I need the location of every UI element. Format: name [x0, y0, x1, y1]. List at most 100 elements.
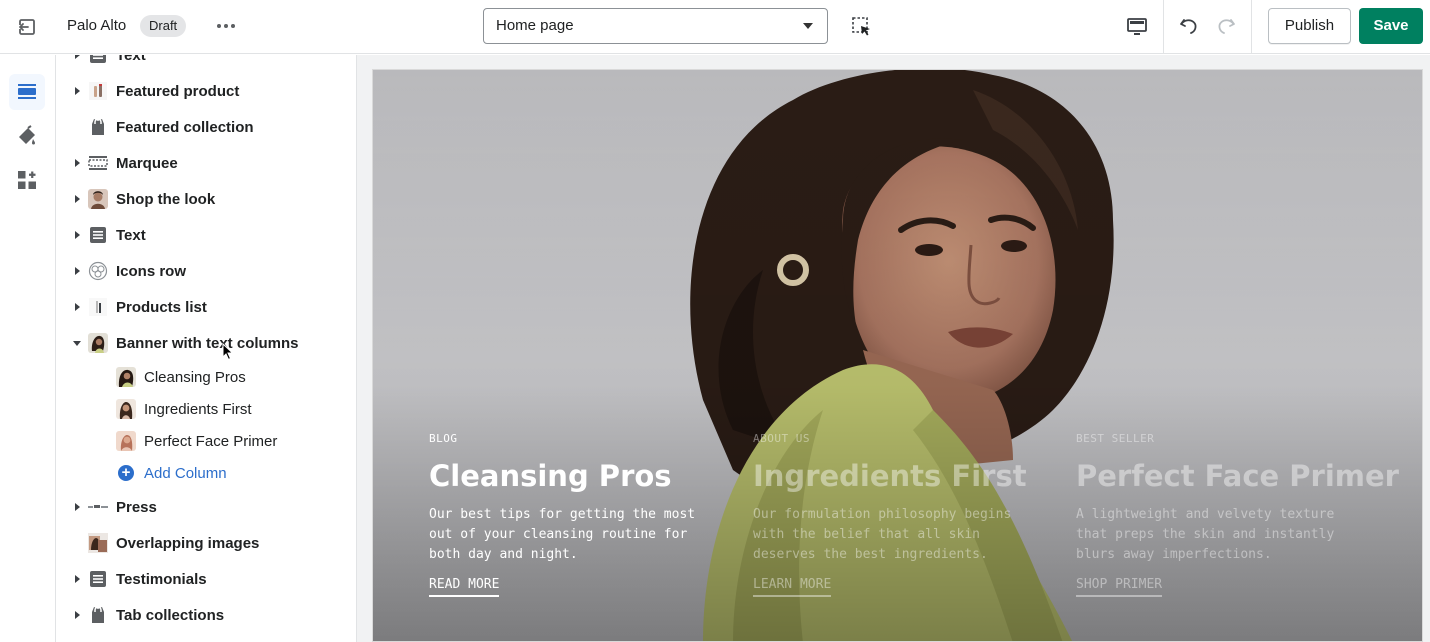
rail-sections[interactable]	[9, 74, 45, 110]
exit-button[interactable]	[10, 10, 44, 44]
block-item-perfect-face-primer[interactable]: Perfect Face Primer	[56, 425, 356, 457]
inspect-icon	[852, 17, 870, 36]
marquee-icon	[88, 153, 108, 173]
text-column-ingredients-first: ABOUT US Ingredients First Our formulati…	[753, 432, 1043, 597]
press-thumbnail	[88, 497, 108, 517]
redo-button[interactable]	[1212, 12, 1240, 40]
sections-icon	[18, 84, 36, 99]
page-selector-value: Home page	[496, 17, 574, 34]
top-bar: Palo Alto Draft Home page Publish Save	[0, 0, 1430, 54]
block-thumbnail	[116, 399, 136, 419]
section-item-banner-with-text-columns[interactable]: Banner with text columns	[56, 325, 356, 361]
section-label: Tab collections	[116, 607, 225, 624]
plus-circle-icon: +	[118, 465, 134, 481]
chevron-right-icon[interactable]	[75, 159, 80, 167]
read-more-link[interactable]: READ MORE	[429, 577, 500, 597]
section-item-icons-row[interactable]: Icons row	[56, 253, 356, 289]
text-section-icon	[88, 569, 108, 589]
section-item-text[interactable]: Text	[56, 217, 356, 253]
chevron-right-icon[interactable]	[75, 195, 80, 203]
section-label: Press	[116, 499, 157, 516]
more-icon	[217, 24, 235, 28]
divider	[1251, 0, 1252, 54]
chevron-right-icon[interactable]	[75, 503, 80, 511]
chevron-down-icon[interactable]	[73, 341, 81, 346]
chevron-right-icon[interactable]	[75, 303, 80, 311]
text-section-icon	[88, 225, 108, 245]
text-section-icon	[88, 55, 108, 65]
chevron-right-icon[interactable]	[75, 55, 80, 59]
exit-icon	[18, 19, 35, 35]
add-column-button[interactable]: + Add Column	[56, 457, 356, 489]
chevron-right-icon[interactable]	[75, 267, 80, 275]
block-item-cleansing-pros[interactable]: Cleansing Pros	[56, 361, 356, 393]
rail-app-embeds[interactable]	[9, 162, 45, 198]
shop-the-look-thumbnail	[88, 189, 108, 209]
sections-sidebar: Text Featured product Featured collectio…	[56, 55, 357, 642]
section-item-featured-collection[interactable]: Featured collection	[56, 109, 356, 145]
chevron-right-icon[interactable]	[75, 231, 80, 239]
mouse-cursor-icon	[222, 343, 234, 361]
section-label: Featured product	[116, 83, 240, 100]
block-label: Cleansing Pros	[144, 369, 246, 386]
section-item-shop-the-look[interactable]: Shop the look	[56, 181, 356, 217]
device-preview-button[interactable]	[1122, 12, 1152, 42]
block-thumbnail	[116, 367, 136, 387]
publish-button[interactable]: Publish	[1268, 8, 1351, 44]
section-item-testimonials[interactable]: Testimonials	[56, 561, 356, 597]
desktop-icon	[1127, 18, 1147, 35]
section-item-press[interactable]: Press	[56, 489, 356, 525]
inspect-button[interactable]	[848, 13, 876, 41]
block-item-ingredients-first[interactable]: Ingredients First	[56, 393, 356, 425]
block-label: Perfect Face Primer	[144, 433, 278, 450]
chevron-right-icon[interactable]	[75, 87, 80, 95]
section-label: Marquee	[116, 155, 178, 172]
rail-theme-settings[interactable]	[9, 118, 45, 154]
save-button[interactable]: Save	[1359, 8, 1423, 44]
section-item-tab-collections[interactable]: Tab collections	[56, 597, 356, 633]
column-eyebrow: ABOUT US	[753, 432, 810, 445]
more-actions-button[interactable]	[210, 12, 242, 40]
banner-preview[interactable]: BLOG Cleansing Pros Our best tips for ge…	[372, 69, 1423, 642]
section-label: Featured collection	[116, 119, 254, 136]
section-label: Text	[116, 55, 146, 64]
icons-row-icon	[88, 261, 108, 281]
shop-primer-link[interactable]: SHOP PRIMER	[1076, 577, 1163, 597]
page-selector[interactable]: Home page	[483, 8, 828, 44]
section-item-partial	[56, 633, 356, 642]
section-label: Icons row	[116, 263, 187, 280]
undo-button[interactable]	[1175, 12, 1203, 40]
section-item-text[interactable]: Text	[56, 55, 356, 73]
column-body: Our best tips for getting the most out o…	[429, 507, 696, 562]
column-body: A lightweight and velvety texture that p…	[1076, 507, 1335, 562]
section-item-products-list[interactable]: Products list	[56, 289, 356, 325]
bag-icon	[88, 605, 108, 625]
bag-icon	[88, 117, 108, 137]
column-heading: Cleansing Pros	[429, 459, 672, 493]
section-label: Shop the look	[116, 191, 216, 208]
column-eyebrow: BEST SELLER	[1076, 432, 1155, 445]
column-eyebrow: BLOG	[429, 432, 458, 445]
chevron-down-icon	[803, 23, 813, 29]
column-heading: Ingredients First	[753, 459, 1027, 493]
divider	[1163, 0, 1164, 54]
theme-settings-icon	[19, 125, 35, 145]
app-embeds-icon	[18, 171, 36, 189]
section-item-featured-product[interactable]: Featured product	[56, 73, 356, 109]
section-label: Testimonials	[116, 571, 207, 588]
products-list-thumbnail	[88, 297, 108, 317]
featured-product-thumbnail	[88, 81, 108, 101]
add-column-label: Add Column	[144, 465, 227, 482]
section-item-marquee[interactable]: Marquee	[56, 145, 356, 181]
undo-icon	[1180, 19, 1197, 34]
overlapping-images-thumbnail	[88, 533, 108, 553]
text-column-cleansing-pros: BLOG Cleansing Pros Our best tips for ge…	[429, 432, 719, 597]
section-item-overlapping-images[interactable]: Overlapping images	[56, 525, 356, 561]
learn-more-link[interactable]: LEARN MORE	[753, 577, 832, 597]
chevron-right-icon[interactable]	[75, 611, 80, 619]
chevron-right-icon[interactable]	[75, 575, 80, 583]
banner-thumbnail	[88, 333, 108, 353]
section-label: Text	[116, 227, 146, 244]
column-body: Our formulation philosophy begins with t…	[753, 507, 1012, 562]
block-thumbnail	[116, 431, 136, 451]
